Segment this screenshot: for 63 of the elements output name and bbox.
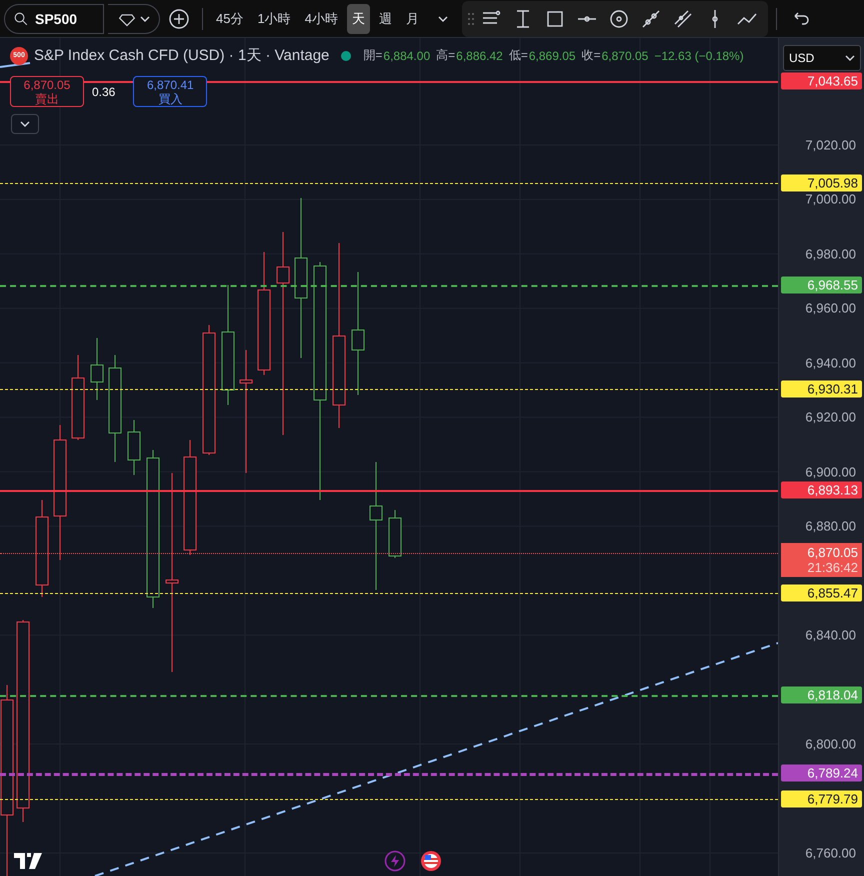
diamond-dropdown-button[interactable]: [108, 4, 160, 34]
ohlc-value: 6,869.05: [528, 48, 576, 62]
symbol-text: SP500: [35, 10, 78, 26]
currency-select[interactable]: USD: [783, 45, 861, 71]
current-price-text: 6,870.05: [806, 545, 858, 560]
flag-icon: [420, 850, 442, 872]
ohlc-label: 開=: [363, 47, 382, 64]
caret-icon: [438, 16, 448, 22]
price-level-tag: 6,789.24: [781, 764, 862, 782]
horizontal-ray-icon: [576, 16, 598, 22]
price-tick-label: 6,940.00: [805, 355, 856, 370]
caret-icon: [20, 121, 30, 127]
market-status-dot: [341, 50, 352, 60]
caret-icon: [140, 16, 150, 22]
candlestick: [90, 338, 104, 400]
spread-value: 0.36: [92, 84, 116, 98]
price-level-tag: 6,779.79: [781, 790, 862, 808]
price-tick-label: 7,000.00: [805, 192, 856, 207]
interval-tab[interactable]: 4小時: [300, 4, 343, 34]
ohlc-label: 低=: [508, 47, 528, 64]
ohlc-label: 高=: [436, 47, 456, 64]
interval-tab[interactable]: 天: [346, 4, 370, 34]
ohlc-value: 6,884.00: [383, 48, 430, 62]
price-level-tag: 6,968.55: [781, 276, 862, 294]
price-tick-label: 7,020.00: [805, 138, 856, 152]
interval-tab[interactable]: 1小時: [252, 4, 296, 34]
price-tick-label: 6,900.00: [805, 464, 856, 480]
price-change: −12.63 (−0.18%): [654, 48, 744, 62]
price-tick-label: 6,760.00: [805, 845, 856, 860]
circle-icon: [608, 8, 630, 30]
price-level-tag: 7,005.98: [781, 174, 862, 192]
interval-tab[interactable]: 45分: [211, 4, 248, 34]
price-level-tag: 6,893.13: [781, 482, 862, 499]
price-level-tag: 6,930.31: [781, 380, 862, 398]
caret-icon: [845, 55, 855, 61]
drag-handle-icon: [468, 12, 474, 24]
interval-tab[interactable]: 週: [374, 4, 397, 34]
trend-line: [0, 62, 30, 68]
price-level-tag: 6,818.04: [781, 686, 862, 704]
price-tick-label: 6,840.00: [805, 628, 856, 643]
candlestick: [128, 420, 140, 476]
price-tick-label: 6,800.00: [805, 736, 856, 752]
tradingview-logo-icon: [14, 853, 44, 869]
ohlc-value: 6,886.42: [456, 48, 503, 62]
price-level-tag: 6,855.47: [781, 584, 862, 602]
sell-button[interactable]: 6,870.05 賣出: [10, 76, 84, 107]
symbol-title: S&P Index Cash CFD (USD) · 1天 · Vantage: [34, 46, 330, 65]
price-tick-label: 6,960.00: [805, 300, 856, 316]
candlestick: [388, 510, 402, 558]
plus-icon: [168, 8, 190, 30]
price-level-tag: 7,043.65: [781, 72, 862, 90]
symbol-search-field[interactable]: SP500: [4, 4, 104, 34]
buy-button[interactable]: 6,870.41 買入: [133, 76, 208, 107]
vertical-line-icon: [712, 8, 718, 30]
ohlc-value: 6,870.05: [602, 48, 648, 62]
ohlc-label: 收=: [582, 47, 601, 64]
price-tick-label: 6,920.00: [805, 410, 856, 425]
price-tick-label: 6,880.00: [805, 518, 856, 534]
price-tick-label: 6,980.00: [805, 246, 856, 262]
countdown-text: 21:36:42: [806, 560, 858, 576]
interval-tab[interactable]: 月: [400, 4, 424, 34]
lightning-icon: [384, 850, 406, 872]
collapse-button[interactable]: [11, 114, 39, 134]
